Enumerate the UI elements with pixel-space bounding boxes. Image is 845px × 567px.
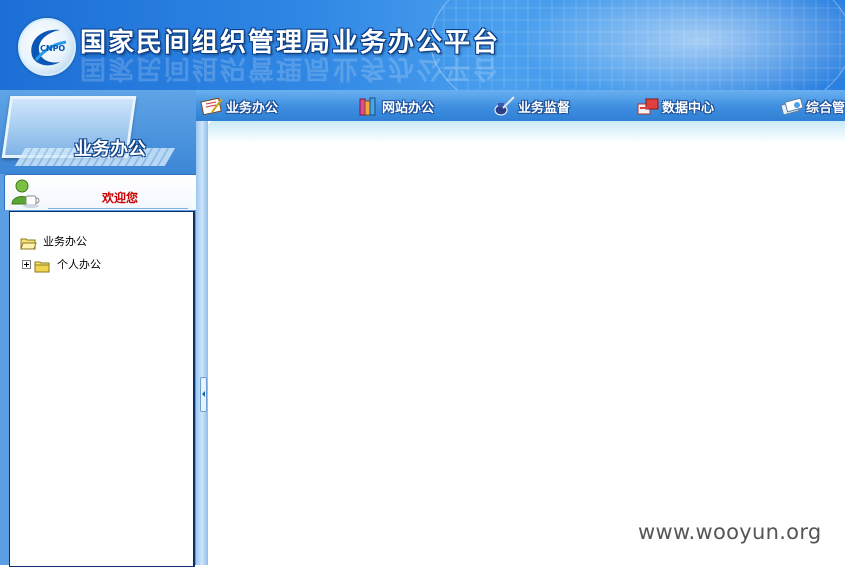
nav-label: 业务监督: [518, 100, 571, 116]
main-content-area: [208, 121, 845, 565]
collapse-left-arrow-icon[interactable]: [200, 377, 207, 412]
tree-root-label: 业务办公: [43, 235, 87, 248]
notepad-pen-icon: [200, 95, 224, 117]
user-coffee-icon: [10, 178, 42, 210]
site-title-reflection: 国家民间组织管理局业务办公平台: [80, 53, 501, 83]
expand-plus-icon[interactable]: [22, 259, 31, 269]
books-icon: [356, 95, 380, 117]
welcome-text: 欢迎您: [102, 191, 139, 205]
folder-open-icon: [20, 235, 37, 249]
nav-item-data-center[interactable]: 数据中心: [636, 94, 714, 118]
content-top-gradient: [208, 121, 845, 143]
logo-text: CNPO: [40, 44, 66, 53]
header-banner: CNPO 国家民间组织管理局业务办公平台 国家民间组织管理局业务办公平台: [0, 0, 845, 90]
documents-icon: [780, 95, 804, 117]
nav-label: 数据中心: [662, 100, 715, 116]
data-boxes-icon: [636, 95, 660, 117]
watermark-text: www.wooyun.org: [638, 520, 822, 544]
nav-label: 网站办公: [382, 100, 435, 116]
tree-root-business-office[interactable]: 业务办公: [20, 233, 87, 249]
navigation-tree: 业务办公 个人办公: [9, 211, 195, 567]
top-nav-bar: 业务办公 网站办公 业务监督 数据中心 综合管: [196, 90, 845, 122]
left-panel-header: 业务办公: [0, 90, 208, 174]
tree-item-personal-office[interactable]: 个人办公: [22, 256, 101, 272]
tree-item-label: 个人办公: [57, 258, 101, 271]
inkwell-pen-icon: [492, 95, 516, 117]
cnpo-logo: CNPO: [18, 18, 76, 76]
left-panel-title: 业务办公: [74, 139, 146, 160]
welcome-divider: [48, 208, 188, 209]
nav-label: 业务办公: [226, 100, 279, 116]
nav-item-comprehensive-management[interactable]: 综合管: [780, 94, 845, 118]
nav-label: 综合管: [806, 100, 845, 116]
nav-item-business-supervision[interactable]: 业务监督: [492, 94, 570, 118]
panel-splitter[interactable]: [196, 121, 208, 565]
nav-item-website-office[interactable]: 网站办公: [356, 94, 434, 118]
folder-icon: [34, 258, 51, 272]
nav-item-business-office[interactable]: 业务办公: [200, 94, 278, 118]
